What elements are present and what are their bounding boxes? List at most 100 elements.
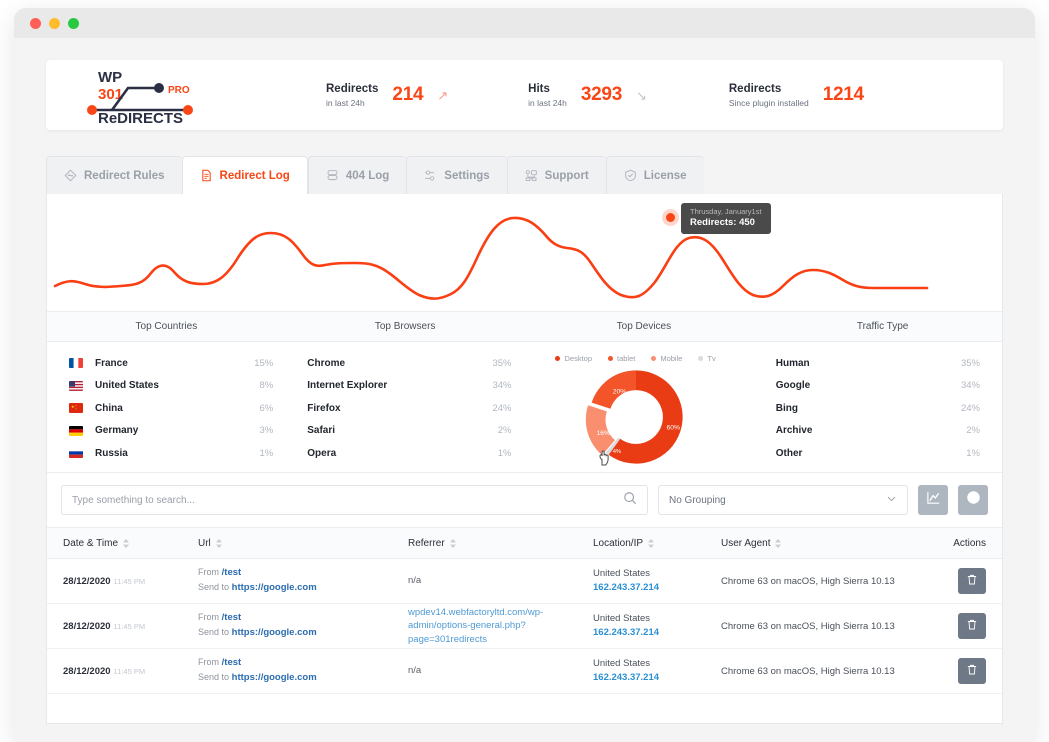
browser-pct: 34% [492,380,512,392]
tab-redirect-rules[interactable]: Redirect Rules [46,156,182,194]
browser-window: WP 301 PRO ReDIRECTS Redirects in last 2… [14,8,1035,742]
maximize-window-button[interactable] [68,17,79,29]
close-window-button[interactable] [30,17,41,29]
search-icon[interactable] [623,491,637,510]
row-ip[interactable]: 162.243.37.214 [593,671,721,685]
browser-pct: 2% [497,425,512,437]
cell-user-agent: Chrome 63 on macOS, High Sierra 10.13 [721,620,895,632]
traffic-name: Bing [775,402,798,414]
from-value[interactable]: /test [222,612,242,623]
top-browsers-list: Chrome 35% Internet Explorer 34% Firefox… [295,352,533,472]
browser-name: Opera [307,447,337,459]
document-icon [200,169,213,182]
list-item: Google 34% [776,375,980,398]
tab-label: Support [544,169,589,182]
column-label: Actions [953,537,986,549]
support-icon [525,169,538,182]
sendto-value[interactable]: https://google.com [232,672,317,683]
legend-dot-icon [555,356,561,361]
tab-license[interactable]: License [605,156,704,194]
sendto-value[interactable]: https://google.com [232,627,317,638]
grouping-value: No Grouping [669,494,726,506]
legend-item-mobile: Mobile [651,354,682,363]
tab-label: License [643,169,687,182]
column-label: Date & Time [63,537,119,549]
chart-tooltip: Thrusday, January1st Redirects: 450 [681,203,771,234]
country-name: France [95,357,128,369]
trend-up-icon: ↗ [437,87,449,103]
svg-text:★: ★ [75,408,77,411]
pie-chart-view-button[interactable] [958,485,988,515]
sort-icon[interactable] [215,538,222,548]
table-row: 28/12/2020 11:45 PM From /test Send to ht… [47,649,1002,694]
cell-referrer: n/a [408,575,422,587]
list-item: France 15% [69,352,273,375]
chart-hover-point [666,213,675,222]
from-value[interactable]: /test [222,567,242,578]
header-stats-bar: WP 301 PRO ReDIRECTS Redirects in last 2… [46,60,1003,130]
legend-item-tablet: tablet [607,354,635,363]
sort-icon[interactable] [449,538,456,548]
column-header-date-time[interactable]: Date & Time [63,538,198,549]
traffic-pct: 34% [960,380,980,392]
list-item: Archive 2% [776,420,980,443]
svg-text:ReDIRECTS: ReDIRECTS [98,110,183,124]
cell-referrer[interactable]: wpdev14.webfactoryltd.com/wp-admin/optio… [408,606,593,646]
stat-title: Hits [528,82,550,95]
donut-label-tv: 4% [612,449,620,455]
cell-actions [906,568,986,594]
country-pct: 8% [259,380,274,392]
stat-redirects-total: Redirects Since plugin installed 1214 [729,82,864,109]
cell-user-agent: Chrome 63 on macOS, High Sierra 10.13 [721,665,895,677]
delete-row-button[interactable] [958,613,986,639]
sendto-label: Send to [198,582,230,592]
traffic-name: Human [775,357,810,369]
tooltip-value: Redirects: 450 [690,217,755,228]
column-label: Url [198,537,211,549]
redirect-log-panel: Thrusday, January1st Redirects: 450 Top … [46,194,1003,724]
delete-row-button[interactable] [958,658,986,684]
grouping-select[interactable]: No Grouping [658,485,908,515]
tab-settings[interactable]: Settings [406,156,507,194]
stats-header-traffic: Traffic Type [856,321,909,332]
sort-icon[interactable] [123,538,130,548]
cell-location-ip: United States 162.243.37.214 [593,657,721,686]
column-header-url[interactable]: Url [198,538,408,549]
stats-section-body: France 15% United States 8% ★ ★ ★ China … [47,342,1002,472]
tab-label: 404 Log [345,169,390,182]
country-name: China [95,402,123,414]
donut-label-mobile: 16% [596,430,609,437]
row-ip[interactable]: 162.243.37.214 [593,581,721,595]
browser-pct: 1% [497,447,512,459]
from-value[interactable]: /test [222,657,242,668]
country-name: United States [95,380,159,392]
delete-row-button[interactable] [958,568,986,594]
sort-icon[interactable] [648,538,655,548]
browser-name: Firefox [307,402,341,414]
browser-name: Internet Explorer [307,380,388,392]
traffic-type-list: Human 35% Google 34% Bing 24% Archive 2% [738,352,1002,472]
country-pct: 15% [254,357,274,369]
tab-404-log[interactable]: 404 Log [307,156,407,194]
row-ip[interactable]: 162.243.37.214 [593,626,721,640]
list-item: Internet Explorer 34% [307,375,511,398]
sendto-value[interactable]: https://google.com [232,582,317,593]
column-header-referrer[interactable]: Referrer [408,538,593,549]
column-header-user-agent[interactable]: User Agent [721,538,906,549]
column-label: Referrer [408,537,445,549]
devices-donut-svg[interactable]: 60% 20% 16% 4% [578,365,694,469]
minimize-window-button[interactable] [49,17,60,29]
search-box[interactable] [61,485,648,515]
stats-header-countries: Top Countries [135,321,198,332]
search-input[interactable] [72,494,623,506]
line-chart-view-button[interactable] [918,485,948,515]
trash-icon [966,663,978,679]
chevron-down-icon[interactable] [886,493,897,507]
tab-support[interactable]: Support [506,156,606,194]
column-header-location-ip[interactable]: Location/IP [593,538,721,549]
tab-redirect-log[interactable]: Redirect Log [181,156,308,194]
cell-url: From /test Send to https://google.com [198,656,408,685]
top-countries-list: France 15% United States 8% ★ ★ ★ China … [47,352,295,472]
list-item: Firefox 24% [307,397,511,420]
sort-icon[interactable] [775,538,782,548]
